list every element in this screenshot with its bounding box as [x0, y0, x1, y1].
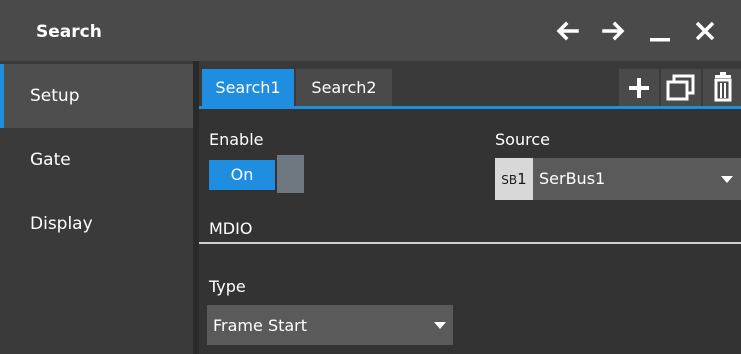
type-dropdown[interactable]: Frame Start [207, 305, 453, 345]
tab-search1[interactable]: Search1 [202, 69, 294, 106]
minimize-icon[interactable] [643, 14, 677, 48]
arrow-left-icon[interactable] [551, 14, 585, 48]
arrow-right-icon[interactable] [596, 14, 630, 48]
source-value: SerBus1 [539, 169, 606, 188]
enable-label: Enable [209, 130, 264, 149]
toggle-state: On [209, 160, 275, 190]
sidebar-item-label: Gate [30, 150, 71, 170]
chevron-down-icon [434, 322, 446, 329]
section-divider [199, 242, 741, 244]
dialog-title: Search [36, 22, 102, 42]
tab-label: Search2 [311, 78, 377, 97]
chevron-down-icon [721, 176, 733, 183]
delete-icon[interactable] [703, 69, 741, 106]
serbus-badge: SB1 [495, 158, 533, 200]
toggle-knob[interactable] [277, 155, 304, 193]
source-dropdown[interactable]: SB1 SerBus1 [495, 158, 741, 200]
tab-label: Search1 [215, 78, 281, 97]
sidebar-item-setup[interactable]: Setup [0, 64, 193, 128]
main-panel: Search1 Search2 Enable On Source SB1 Ser… [199, 61, 741, 354]
tab-strip: Search1 Search2 [199, 61, 741, 108]
title-bar: Search [0, 0, 741, 61]
add-icon[interactable] [619, 69, 659, 106]
sidebar-item-gate[interactable]: Gate [0, 128, 193, 192]
type-label: Type [209, 277, 246, 296]
type-value: Frame Start [213, 316, 308, 335]
close-icon[interactable] [688, 14, 722, 48]
source-label: Source [495, 130, 550, 149]
sidebar-item-display[interactable]: Display [0, 192, 193, 256]
tab-search2[interactable]: Search2 [296, 69, 392, 106]
sidebar-item-label: Display [30, 214, 93, 234]
tab-underline [199, 106, 741, 109]
sidebar: Setup Gate Display [0, 61, 193, 354]
enable-toggle[interactable]: On [209, 155, 304, 193]
active-indicator [0, 64, 4, 128]
copy-icon[interactable] [661, 69, 701, 106]
section-title: MDIO [209, 219, 253, 238]
sidebar-item-label: Setup [30, 86, 80, 106]
